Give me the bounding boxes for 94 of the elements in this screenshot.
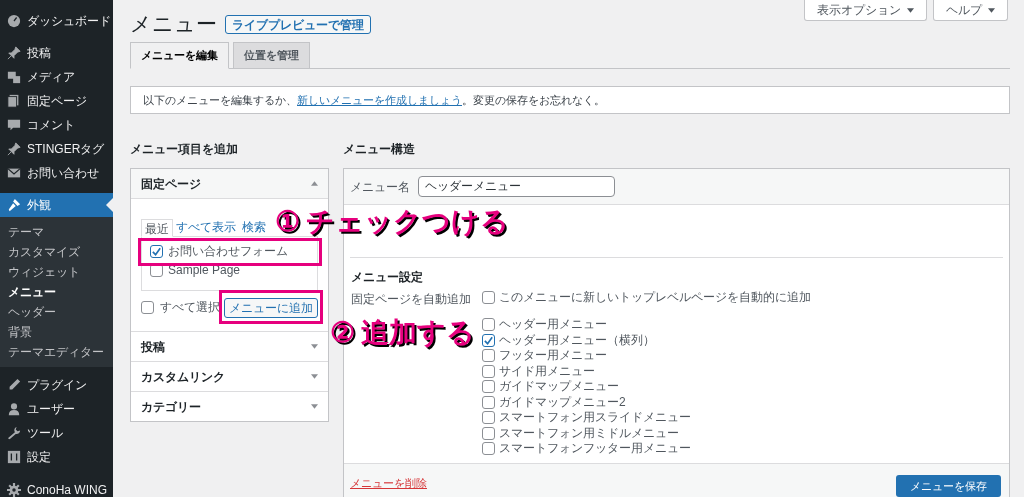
- caret-icon: [311, 404, 318, 409]
- sidebar-item[interactable]: 固定ページ: [0, 89, 113, 113]
- accordion-title: 投稿: [141, 338, 165, 356]
- submenu-item[interactable]: メニュー: [0, 282, 113, 302]
- annotation-text: 追加する: [361, 316, 475, 350]
- menu-name-label: メニュー名: [350, 178, 410, 196]
- gauge-icon: [7, 14, 21, 28]
- sidebar-item[interactable]: STINGERタグ: [0, 137, 113, 161]
- sidebar-item[interactable]: ConoHa WING: [0, 478, 113, 497]
- dropdown-button[interactable]: ヘルプ: [933, 0, 1008, 21]
- sidebar-item[interactable]: プラグイン: [0, 373, 113, 397]
- section-heading: メニュー構造: [343, 141, 416, 158]
- tab[interactable]: すべて表示: [173, 218, 239, 236]
- wrench-icon: [7, 426, 21, 440]
- dropdown-button[interactable]: 表示オプション: [804, 0, 927, 21]
- sidebar-item[interactable]: 外観: [0, 193, 113, 217]
- option-label: サイド用メニュー: [499, 363, 595, 379]
- sidebar-item[interactable]: ユーザー: [0, 397, 113, 421]
- checked-checkbox[interactable]: [482, 333, 495, 347]
- sidebar-item[interactable]: 投稿: [0, 41, 113, 65]
- checkbox[interactable]: [482, 291, 495, 305]
- checkbox[interactable]: [482, 426, 495, 440]
- setting-label: 固定ページを自動追加: [351, 291, 472, 308]
- sidebar-item[interactable]: コメント: [0, 113, 113, 137]
- caret-icon: [311, 344, 318, 349]
- option-label: ヘッダー用メニュー: [499, 317, 607, 333]
- checkbox[interactable]: [482, 380, 495, 394]
- checkbox[interactable]: [482, 411, 495, 425]
- checkbox[interactable]: [482, 442, 495, 456]
- checkbox[interactable]: [482, 349, 495, 363]
- checkbox[interactable]: [482, 395, 495, 409]
- pages-icon: [7, 94, 21, 108]
- annotation-text: チェックつける: [306, 205, 509, 239]
- submenu-item[interactable]: ウィジェット: [0, 262, 113, 282]
- accordion-header[interactable]: カテゴリー: [131, 391, 328, 421]
- live-preview-button[interactable]: ライブプレビューで管理: [225, 14, 371, 34]
- caret-icon: [988, 7, 995, 13]
- checkbox[interactable]: [141, 300, 154, 314]
- settings-heading: メニュー設定: [351, 269, 424, 286]
- create-menu-link[interactable]: 新しいメニューを作成しましょう: [297, 93, 462, 106]
- option-label: スマートフォン用スライドメニュー: [499, 410, 691, 426]
- pin-icon: [7, 46, 21, 60]
- option-label: スマートフォン用ミドルメニュー: [499, 425, 679, 441]
- checkbox[interactable]: [482, 318, 495, 332]
- brush-icon: [7, 198, 21, 212]
- item-label: お問い合わせフォーム: [168, 243, 288, 260]
- caret-icon: [907, 7, 914, 13]
- select-all-label: すべて選択: [160, 299, 220, 316]
- notice-text: 以下のメニューを編集するか、新しいメニューを作成しましょう。変更の保存をお忘れなく。: [143, 92, 605, 108]
- accordion-header[interactable]: 固定ページ: [131, 169, 328, 199]
- settings-icon: [7, 450, 21, 464]
- section-heading: メニュー項目を追加: [130, 141, 239, 158]
- accordion-header[interactable]: 投稿: [131, 331, 328, 361]
- option-label: ヘッダー用メニュー（横列）: [499, 332, 655, 348]
- menu-name-field[interactable]: ヘッダーメニュー: [418, 176, 615, 197]
- submenu-item[interactable]: カスタマイズ: [0, 242, 113, 262]
- user-icon: [7, 402, 21, 416]
- sidebar-item[interactable]: 設定: [0, 445, 113, 469]
- comment-icon: [7, 118, 21, 132]
- option-label: スマートフォンフッター用メニュー: [499, 441, 691, 457]
- sidebar-item[interactable]: ダッシュボード: [0, 9, 113, 33]
- step-number: ①: [275, 205, 300, 239]
- mail-icon: [7, 166, 21, 180]
- sidebar-item[interactable]: お問い合わせ: [0, 161, 113, 185]
- caret-icon: [311, 374, 318, 379]
- option-label: ガイドマップメニュー2: [499, 394, 626, 410]
- option-label: フッター用メニュー: [499, 348, 607, 364]
- accordion-title: カテゴリー: [141, 398, 201, 416]
- pin-icon: [7, 142, 21, 156]
- submenu-item[interactable]: テーマ: [0, 222, 113, 242]
- accordion-title: カスタムリンク: [141, 368, 225, 386]
- step-number: ②: [330, 316, 355, 350]
- checked-checkbox[interactable]: [150, 244, 163, 258]
- submenu-item[interactable]: 背景: [0, 322, 113, 342]
- checkbox[interactable]: [482, 364, 495, 378]
- accordion-title: 固定ページ: [141, 175, 201, 193]
- submenu-item[interactable]: ヘッダー: [0, 302, 113, 322]
- tab[interactable]: メニューを編集: [130, 42, 229, 69]
- option-label: このメニューに新しいトップレベルページを自動的に追加: [499, 290, 811, 306]
- pointer-icon: [106, 198, 113, 212]
- accordion-header[interactable]: カスタムリンク: [131, 361, 328, 391]
- option-label: ガイドマップメニュー: [499, 379, 619, 395]
- delete-menu-link[interactable]: メニューを削除: [350, 474, 427, 491]
- caret-icon: [311, 181, 318, 186]
- tab[interactable]: 検索: [239, 218, 269, 236]
- add-to-menu-button[interactable]: メニューに追加: [224, 298, 318, 318]
- sidebar-item[interactable]: メディア: [0, 65, 113, 89]
- page-title: メニュー: [130, 11, 217, 38]
- tab[interactable]: 最近: [141, 219, 173, 237]
- media-icon: [7, 70, 21, 84]
- submenu-item[interactable]: テーマエディター: [0, 342, 113, 362]
- save-menu-button[interactable]: メニューを保存: [896, 475, 1001, 497]
- sidebar-item[interactable]: ツール: [0, 421, 113, 445]
- tab[interactable]: 位置を管理: [233, 42, 310, 69]
